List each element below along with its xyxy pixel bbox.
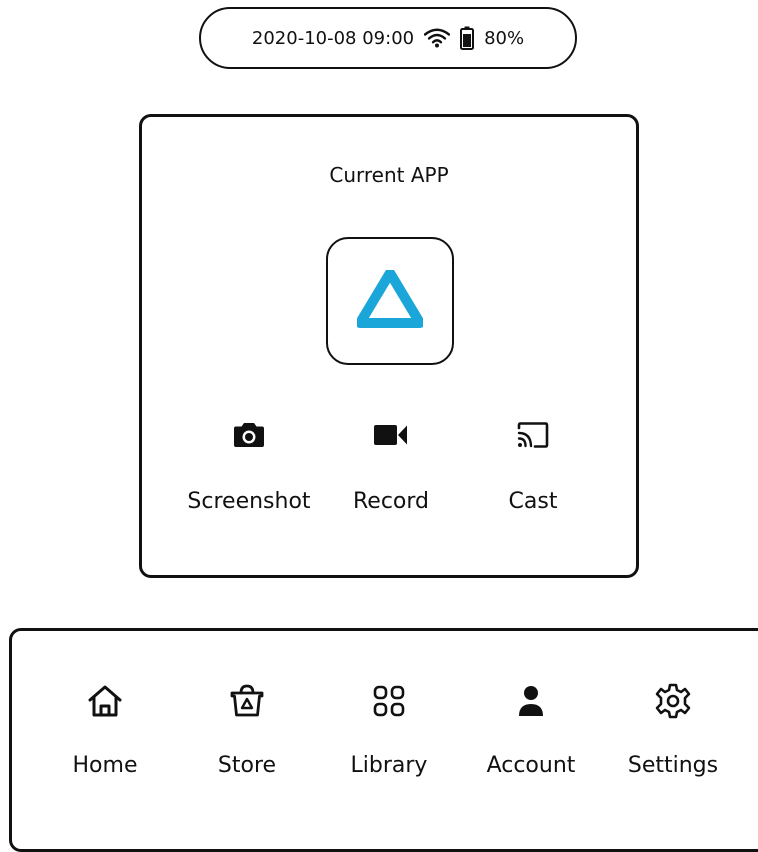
screenshot-label: Screenshot [187, 489, 311, 514]
video-camera-icon [316, 417, 466, 453]
current-app-panel: Current APP Screenshot Record Cast [139, 114, 639, 578]
current-app-tile[interactable] [326, 237, 454, 365]
nav-library-label: Library [350, 753, 428, 778]
datetime-text: 2020-10-08 09:00 [251, 27, 415, 49]
screenshot-action[interactable]: Screenshot [174, 417, 324, 514]
home-icon [35, 683, 175, 719]
nav-item-home[interactable]: Home [35, 683, 175, 778]
nav-item-store[interactable]: Store [177, 683, 317, 778]
nav-item-library[interactable]: Library [319, 683, 459, 778]
nav-settings-label: Settings [627, 753, 719, 778]
record-label: Record [352, 489, 429, 514]
status-bar: 2020-10-08 09:00 80% [199, 7, 577, 69]
camera-icon [174, 417, 324, 453]
battery-icon [460, 26, 475, 50]
cast-action[interactable]: Cast [458, 417, 608, 514]
account-person-icon [461, 683, 601, 719]
record-action[interactable]: Record [316, 417, 466, 514]
cast-icon [458, 417, 608, 453]
cast-label: Cast [508, 489, 558, 514]
nav-item-settings[interactable]: Settings [603, 683, 743, 778]
panel-title: Current APP [329, 163, 449, 187]
wifi-icon [424, 28, 451, 48]
store-bag-icon [177, 683, 317, 719]
gear-icon [603, 683, 743, 719]
nav-item-account[interactable]: Account [461, 683, 601, 778]
library-grid-icon [319, 683, 459, 719]
battery-text: 80% [484, 27, 525, 49]
vive-logo-icon [355, 268, 425, 332]
nav-account-label: Account [486, 753, 576, 778]
nav-home-label: Home [72, 753, 138, 778]
bottom-nav: Home Store Library Account Settings [9, 628, 758, 852]
nav-store-label: Store [217, 753, 277, 778]
